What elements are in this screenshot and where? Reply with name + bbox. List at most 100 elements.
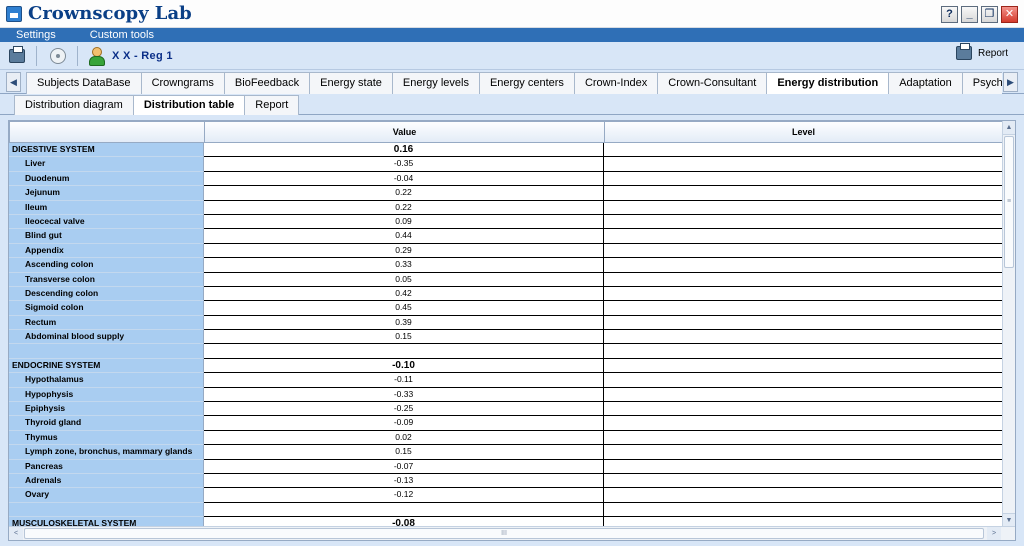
row-value[interactable]: -0.04: [204, 171, 604, 187]
row-level[interactable]: [604, 243, 1003, 259]
help-button[interactable]: ?: [941, 6, 958, 23]
row-value[interactable]: -0.35: [204, 157, 604, 172]
header-level[interactable]: Level: [604, 121, 1003, 143]
row-value[interactable]: 0.22: [204, 200, 604, 215]
row-value[interactable]: [204, 502, 604, 518]
tab-crown-consultant[interactable]: Crown-Consultant: [657, 72, 768, 94]
subtab-distribution-table[interactable]: Distribution table: [132, 95, 246, 116]
row-value[interactable]: 0.16: [204, 143, 604, 158]
row-level[interactable]: [604, 214, 1003, 230]
tab-adaptation[interactable]: Adaptation: [888, 72, 963, 94]
row-value[interactable]: 0.29: [204, 243, 604, 259]
row-level[interactable]: [604, 402, 1003, 417]
subtab-distribution-diagram[interactable]: Distribution diagram: [14, 95, 134, 115]
row-value[interactable]: 0.09: [204, 214, 604, 230]
tab-energy-state[interactable]: Energy state: [309, 72, 393, 94]
row-value[interactable]: 0.33: [204, 258, 604, 273]
row-value[interactable]: -0.25: [204, 402, 604, 417]
scroll-left-button[interactable]: <: [9, 527, 23, 540]
subject-name[interactable]: X X - Reg 1: [112, 50, 173, 62]
print-button[interactable]: [6, 45, 28, 67]
table-row[interactable]: Hypophysis -0.33: [9, 387, 1003, 403]
row-value[interactable]: 0.05: [204, 272, 604, 287]
tab-crown-index[interactable]: Crown-Index: [573, 72, 659, 94]
menu-custom-tools[interactable]: Custom tools: [76, 28, 168, 42]
table-row[interactable]: Lymph zone, bronchus, mammary glands 0.15: [9, 445, 1003, 460]
table-row[interactable]: Descending colon 0.42: [9, 286, 1003, 302]
scroll-up-button[interactable]: ▲: [1003, 121, 1015, 135]
row-level[interactable]: [604, 157, 1003, 172]
vertical-scrollbar[interactable]: ▲ ≡ ▼: [1002, 121, 1015, 527]
header-value[interactable]: Value: [204, 121, 605, 143]
row-value[interactable]: -0.12: [204, 488, 604, 503]
row-level[interactable]: [604, 502, 1003, 518]
row-level[interactable]: [604, 445, 1003, 460]
row-level[interactable]: [604, 186, 1003, 201]
row-value[interactable]: 0.44: [204, 229, 604, 244]
table-row[interactable]: Sigmoid colon 0.45: [9, 301, 1003, 316]
table-row[interactable]: Thyroid gland -0.09: [9, 416, 1003, 431]
row-value[interactable]: -0.13: [204, 473, 604, 489]
scroll-right-button[interactable]: >: [987, 527, 1001, 540]
row-value[interactable]: -0.09: [204, 416, 604, 431]
row-value[interactable]: -0.07: [204, 459, 604, 474]
table-row[interactable]: Liver -0.35: [9, 157, 1003, 172]
row-level[interactable]: [604, 344, 1003, 359]
row-value[interactable]: [204, 344, 604, 359]
scroll-down-button[interactable]: ▼: [1003, 513, 1015, 527]
row-level[interactable]: [604, 416, 1003, 431]
tab-energy-distribution[interactable]: Energy distribution: [766, 72, 890, 94]
row-level[interactable]: [604, 387, 1003, 403]
row-level[interactable]: [604, 330, 1003, 345]
row-level[interactable]: [604, 459, 1003, 474]
tab-biofeedback[interactable]: BioFeedback: [223, 72, 311, 94]
row-level[interactable]: [604, 488, 1003, 503]
row-level[interactable]: [604, 200, 1003, 215]
row-level[interactable]: [604, 143, 1003, 158]
horizontal-scroll-thumb[interactable]: III: [24, 528, 984, 539]
row-level[interactable]: [604, 286, 1003, 302]
group-row[interactable]: DIGESTIVE SYSTEM 0.16: [9, 143, 1003, 158]
table-row[interactable]: Thymus 0.02: [9, 430, 1003, 446]
row-value[interactable]: 0.39: [204, 315, 604, 331]
row-level[interactable]: [604, 301, 1003, 316]
table-row[interactable]: Rectum 0.39: [9, 315, 1003, 331]
tab-energy-levels[interactable]: Energy levels: [391, 72, 480, 94]
subtab-report[interactable]: Report: [244, 95, 300, 115]
row-level[interactable]: [604, 358, 1003, 374]
tab-scroll-right-button[interactable]: ▶: [1003, 72, 1018, 92]
row-level[interactable]: [604, 315, 1003, 331]
minimize-button[interactable]: _: [961, 6, 978, 23]
row-level[interactable]: [604, 430, 1003, 446]
row-value[interactable]: 0.45: [204, 301, 604, 316]
table-row[interactable]: Appendix 0.29: [9, 243, 1003, 259]
row-value[interactable]: 0.15: [204, 330, 604, 345]
table-row[interactable]: Epiphysis -0.25: [9, 402, 1003, 417]
row-level[interactable]: [604, 258, 1003, 273]
table-row[interactable]: Ovary -0.12: [9, 488, 1003, 503]
restore-button[interactable]: ❐: [981, 6, 998, 23]
disc-button[interactable]: [47, 45, 69, 67]
tab-crowngrams[interactable]: Crowngrams: [140, 72, 225, 94]
horizontal-scrollbar[interactable]: < III >: [9, 526, 1015, 540]
row-level[interactable]: [604, 229, 1003, 244]
tab-subjects-database[interactable]: Subjects DataBase: [26, 72, 142, 94]
report-button[interactable]: Report: [955, 43, 1008, 60]
row-level[interactable]: [604, 171, 1003, 187]
table-row[interactable]: Abdominal blood supply 0.15: [9, 330, 1003, 345]
row-value[interactable]: 0.42: [204, 286, 604, 302]
vertical-scroll-thumb[interactable]: ≡: [1004, 136, 1014, 268]
row-value[interactable]: 0.22: [204, 186, 604, 201]
table-row[interactable]: Transverse colon 0.05: [9, 272, 1003, 287]
table-row[interactable]: Adrenals -0.13: [9, 473, 1003, 489]
row-value[interactable]: -0.33: [204, 387, 604, 403]
row-level[interactable]: [604, 272, 1003, 287]
table-row[interactable]: Hypothalamus -0.11: [9, 373, 1003, 388]
row-level[interactable]: [604, 473, 1003, 489]
group-row[interactable]: ENDOCRINE SYSTEM -0.10: [9, 358, 1003, 374]
table-row[interactable]: Jejunum 0.22: [9, 186, 1003, 201]
row-value[interactable]: 0.15: [204, 445, 604, 460]
table-row[interactable]: Ileum 0.22: [9, 200, 1003, 215]
tab-scroll-left-button[interactable]: ◀: [6, 72, 21, 92]
row-value[interactable]: 0.02: [204, 430, 604, 446]
